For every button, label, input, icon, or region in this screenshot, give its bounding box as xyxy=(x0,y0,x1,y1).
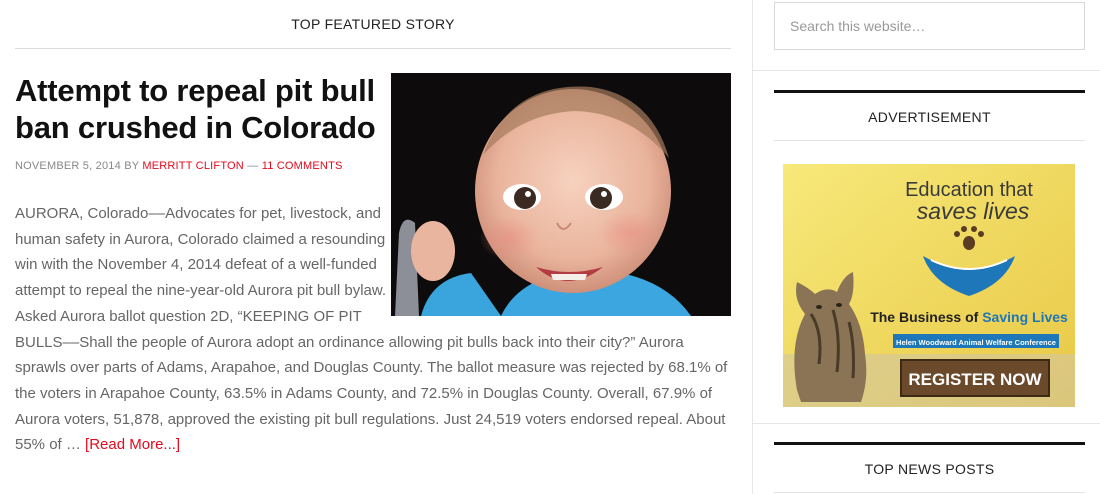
ad-widget-title: ADVERTISEMENT xyxy=(868,109,991,125)
sidebar: ADVERTISEMENT xyxy=(753,0,1100,494)
section-title: TOP FEATURED STORY xyxy=(291,16,455,32)
ad-image: Education that saves lives The Business … xyxy=(783,164,1075,407)
post-meta: NOVEMBER 5, 2014 BY MERRITT CLIFTON — 11… xyxy=(15,160,343,172)
author-link[interactable]: MERRITT CLIFTON xyxy=(142,160,244,172)
widget-title-divider xyxy=(774,492,1085,493)
widget-separator xyxy=(753,423,1100,424)
ad-line3: The Business of Saving Lives xyxy=(870,309,1068,325)
post-by: BY xyxy=(124,160,140,172)
post-date: NOVEMBER 5, 2014 xyxy=(15,160,121,172)
ad-line3b: Saving Lives xyxy=(982,309,1068,325)
search-input[interactable] xyxy=(774,2,1085,50)
read-more-link[interactable]: [Read More...] xyxy=(85,436,180,453)
widget-title-divider xyxy=(774,140,1085,141)
ad-line2: saves lives xyxy=(917,198,1030,224)
widget-top-border xyxy=(774,442,1085,445)
main-content: TOP FEATURED STORY Attempt to repeal pit… xyxy=(0,0,752,494)
ad-register-button[interactable]: REGISTER NOW xyxy=(908,370,1042,389)
ad-line4: Helen Woodward Animal Welfare Conference xyxy=(896,338,1056,347)
widget-top-border xyxy=(774,90,1085,93)
ad-line3a: The Business of xyxy=(870,309,982,325)
widget-separator xyxy=(753,70,1100,71)
section-divider xyxy=(15,48,731,49)
article-headline[interactable]: Attempt to repeal pit bull ban crushed i… xyxy=(15,72,390,146)
meta-separator: — xyxy=(247,160,259,172)
article-excerpt: AURORA, Colorado––Advocates for pet, liv… xyxy=(15,201,735,458)
advertisement-banner[interactable]: Education that saves lives The Business … xyxy=(783,164,1075,407)
comments-link[interactable]: 11 COMMENTS xyxy=(262,160,343,172)
news-widget-title: TOP NEWS POSTS xyxy=(864,461,995,477)
